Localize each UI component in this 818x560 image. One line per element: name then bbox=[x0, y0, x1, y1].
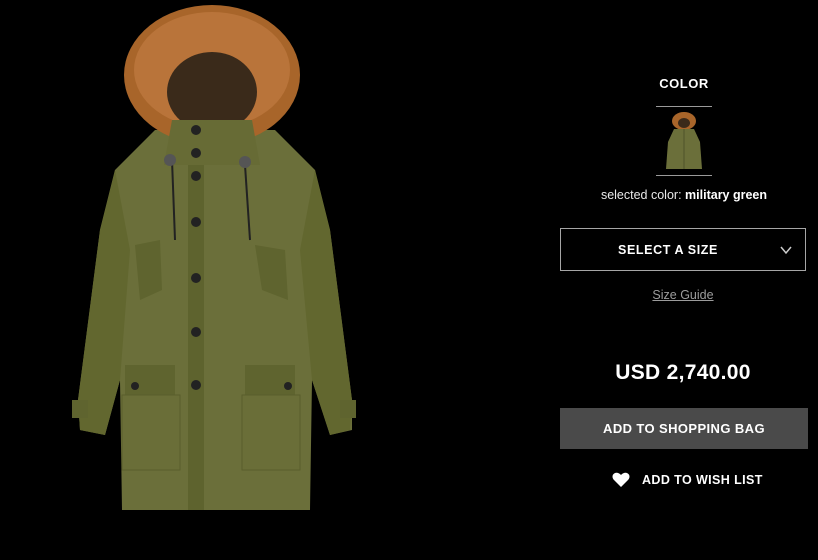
add-to-wish-list-button[interactable]: ADD TO WISH LIST bbox=[612, 471, 763, 489]
wish-list-label: ADD TO WISH LIST bbox=[642, 473, 763, 487]
price: USD 2,740.00 bbox=[615, 361, 751, 384]
size-select-label: SELECT A SIZE bbox=[618, 243, 718, 257]
add-to-shopping-bag-button[interactable]: ADD TO SHOPPING BAG bbox=[560, 408, 808, 449]
color-swatch-military-green[interactable] bbox=[656, 106, 712, 176]
size-guide-link[interactable]: Size Guide bbox=[560, 288, 806, 302]
size-select[interactable]: SELECT A SIZE bbox=[560, 228, 806, 271]
product-panel: COLOR selected color: military green SEL… bbox=[560, 0, 808, 560]
color-heading: COLOR bbox=[659, 76, 709, 91]
chevron-down-icon bbox=[780, 246, 792, 255]
selected-color-text: selected color: military green bbox=[560, 188, 808, 202]
selected-color-value: military green bbox=[685, 188, 768, 202]
heart-icon bbox=[612, 472, 630, 487]
selected-color-prefix: selected color: bbox=[600, 188, 682, 202]
product-image bbox=[60, 0, 370, 560]
